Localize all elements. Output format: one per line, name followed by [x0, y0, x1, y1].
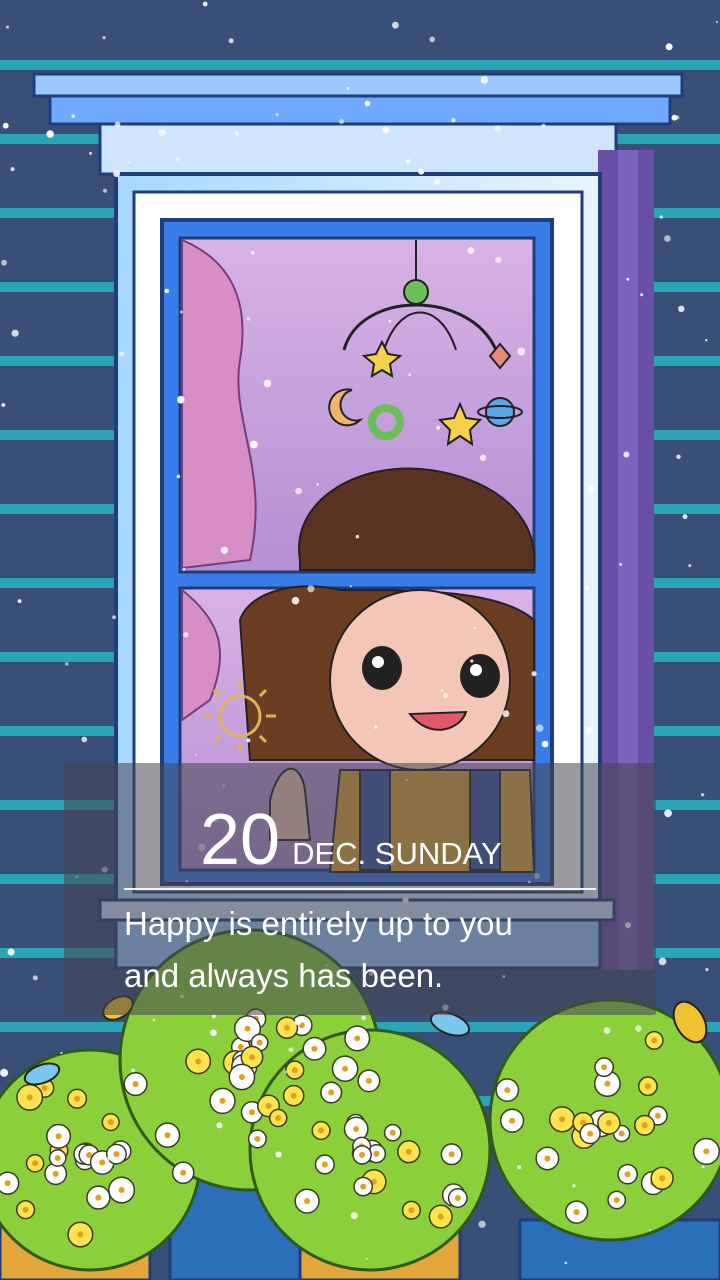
month-weekday: DEC. SUNDAY — [292, 836, 502, 871]
date-display: 20 DEC. SUNDAY — [200, 800, 502, 880]
quote-line-2: and always has been. — [124, 957, 444, 994]
day-number: 20 — [200, 800, 281, 880]
quote-text: Happy is entirely up to you and always h… — [124, 898, 604, 1002]
wallpaper-illustration — [0, 0, 720, 1280]
quote-line-1: Happy is entirely up to you — [124, 905, 513, 942]
divider-line — [124, 888, 596, 890]
